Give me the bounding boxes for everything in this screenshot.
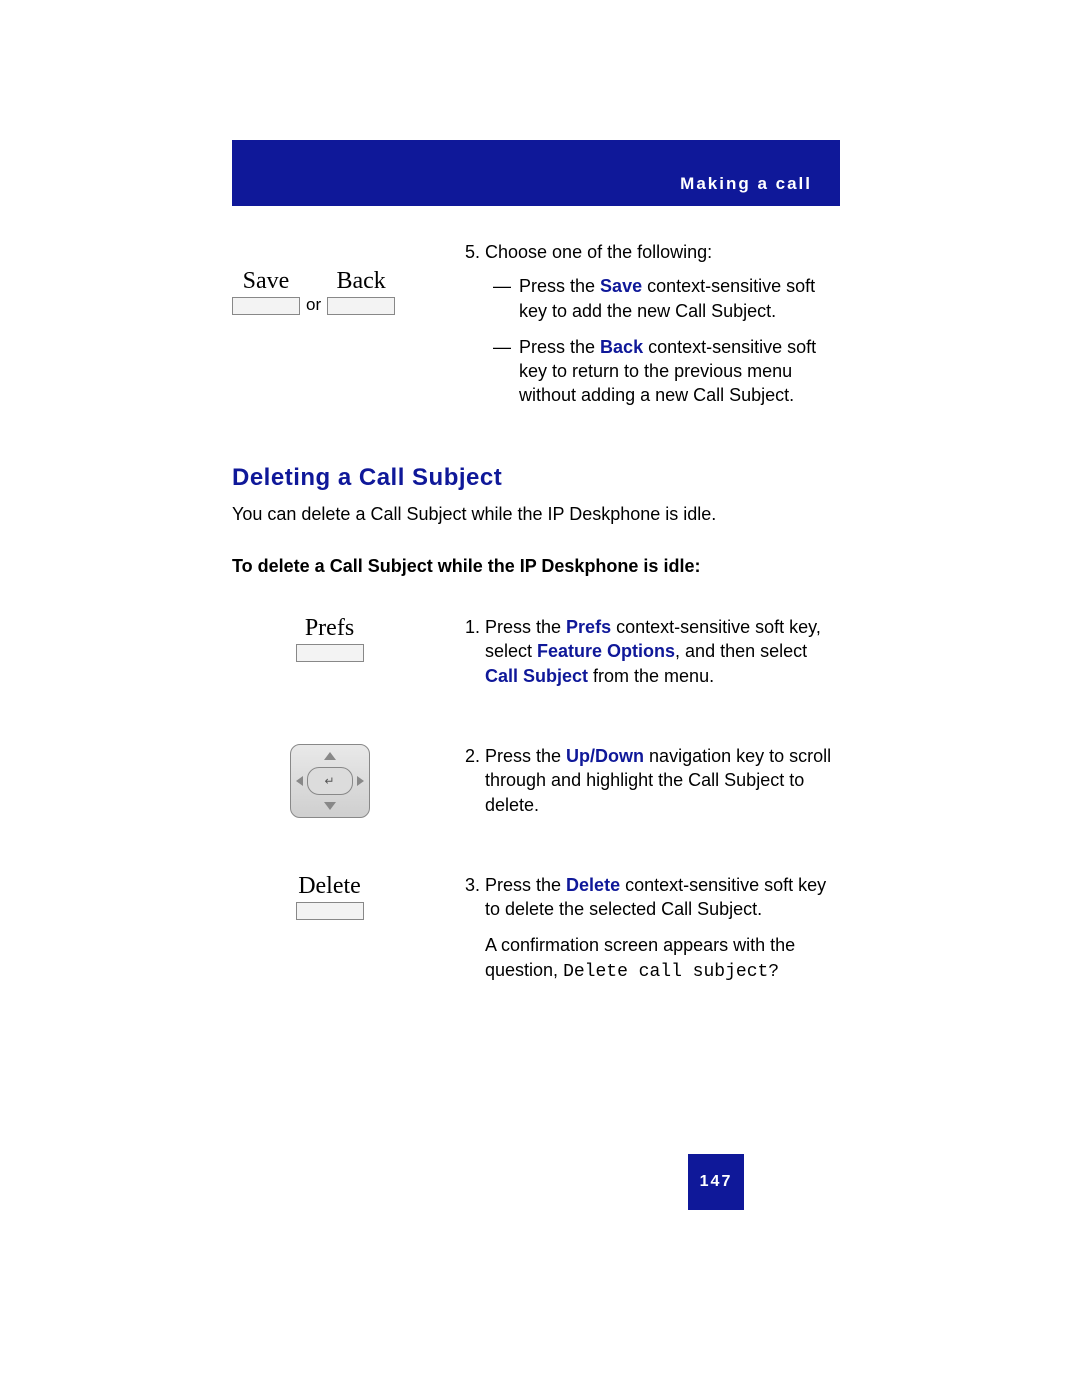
softkey-prefs: Prefs — [296, 615, 364, 662]
arrow-up-icon — [324, 752, 336, 760]
nav-center-icon: ↵ — [307, 767, 353, 795]
softkey-delete-button — [296, 902, 364, 920]
delete-step-1: Prefs Press the Prefs context-sensitive … — [232, 615, 840, 698]
arrow-right-icon — [357, 776, 364, 786]
section-heading: Deleting a Call Subject — [232, 464, 840, 492]
softkey-delete-label: Delete — [298, 873, 361, 900]
delete-step-2-text: Press the Up/Down navigation key to scro… — [485, 744, 840, 817]
step-5-text: Choose one of the following: Press the S… — [485, 240, 840, 408]
step-5-block: Save or Back Choose one of the following… — [232, 240, 840, 420]
delete-step-3-text: Press the Delete context-sensitive soft … — [485, 873, 840, 984]
softkey-back: Back — [327, 268, 395, 315]
header-bar: Making a call — [232, 140, 840, 206]
delete-step-1-text: Press the Prefs context-sensitive soft k… — [485, 615, 840, 688]
section-intro: You can delete a Call Subject while the … — [232, 502, 840, 526]
softkey-save: Save — [232, 268, 300, 315]
delete-step-2: ↵ Press the Up/Down navigation key to sc… — [232, 744, 840, 827]
nav-key-icon: ↵ — [290, 744, 370, 818]
softkey-delete: Delete — [296, 873, 364, 920]
softkey-save-label: Save — [243, 268, 290, 295]
softkey-back-label: Back — [336, 268, 385, 295]
softkey-prefs-button — [296, 644, 364, 662]
page-number: 147 — [688, 1154, 744, 1210]
header-title: Making a call — [680, 174, 812, 194]
step-5-intro: Choose one of the following: — [485, 242, 712, 262]
arrow-down-icon — [324, 802, 336, 810]
softkey-prefs-label: Prefs — [305, 615, 354, 642]
softkey-row-save-back: Save or Back — [232, 268, 427, 315]
or-text: or — [306, 295, 321, 315]
section-subheading: To delete a Call Subject while the IP De… — [232, 556, 840, 577]
step-5-bullet-2: Press the Back context-sensitive soft ke… — [493, 335, 840, 408]
softkey-save-button — [232, 297, 300, 315]
softkey-back-button — [327, 297, 395, 315]
delete-step-3: Delete Press the Delete context-sensitiv… — [232, 873, 840, 994]
step-5-bullet-1: Press the Save context-sensitive soft ke… — [493, 274, 840, 323]
arrow-left-icon — [296, 776, 303, 786]
